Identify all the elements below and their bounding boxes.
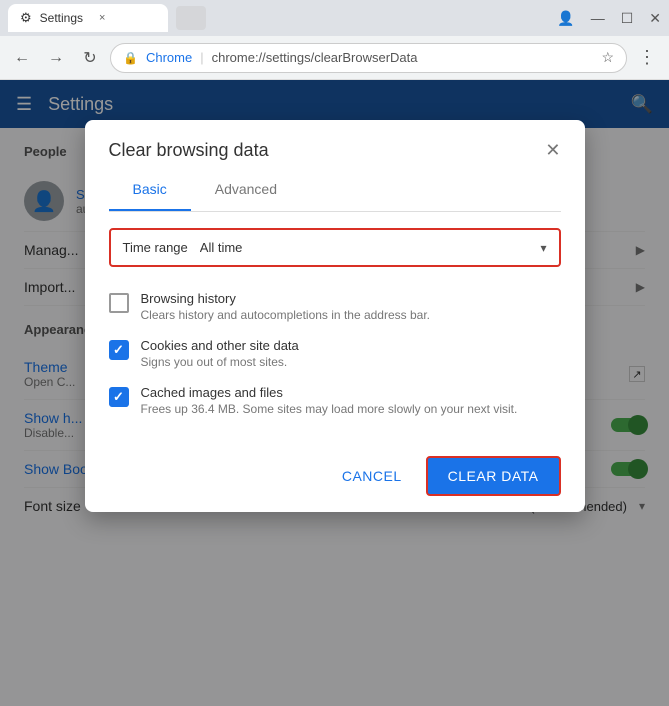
refresh-button[interactable]: ↻ [76,44,104,72]
browsing-history-checkbox[interactable] [109,293,129,313]
cached-checkbox[interactable] [109,387,129,407]
cached-text: Cached images and files Frees up 36.4 MB… [141,385,518,416]
cookies-checkbox[interactable] [109,340,129,360]
cancel-button[interactable]: CANCEL [326,460,418,492]
time-range-dropdown[interactable]: All time Last hour Last 24 hours Last 7 … [200,240,541,255]
forward-button[interactable]: → [42,44,70,72]
dialog-title: Clear browsing data [109,140,269,161]
browsing-history-description: Clears history and autocompletions in th… [141,308,431,322]
title-bar: ⚙ Settings × 👤 — ☐ ✕ [0,0,669,36]
clear-data-button[interactable]: CLEAR DATA [426,456,561,496]
cookies-row: Cookies and other site data Signs you ou… [109,330,561,377]
clear-browsing-data-dialog: Clear browsing data ✕ Basic Advanced Tim… [85,120,585,512]
nav-bar: ← → ↻ 🔒 Chrome | chrome://settings/clear… [0,36,669,80]
new-tab-button[interactable] [176,6,206,30]
cookies-description: Signs you out of most sites. [141,355,299,369]
dialog-tabs: Basic Advanced [109,169,561,212]
lock-icon: 🔒 [123,51,138,65]
window-controls: 👤 — ☐ ✕ [557,10,661,27]
cached-description: Frees up 36.4 MB. Some sites may load mo… [141,402,518,416]
browsing-history-label: Browsing history [141,291,431,306]
bookmark-star-icon[interactable]: ☆ [601,49,614,66]
address-path: chrome://settings/clearBrowserData [212,50,418,65]
tab-settings-icon: ⚙ [20,10,32,26]
browser-frame: ⚙ Settings × 👤 — ☐ ✕ ← → ↻ 🔒 Chrome | ch… [0,0,669,706]
dialog-body: Time range All time Last hour Last 24 ho… [85,212,585,440]
cookies-label: Cookies and other site data [141,338,299,353]
browsing-history-row: Browsing history Clears history and auto… [109,283,561,330]
tab-basic[interactable]: Basic [109,169,191,211]
time-range-label: Time range [123,240,188,255]
time-range-arrow-icon: ▾ [540,241,546,255]
dialog-footer: CANCEL CLEAR DATA [85,440,585,512]
browsing-history-text: Browsing history Clears history and auto… [141,291,431,322]
browser-tab[interactable]: ⚙ Settings × [8,4,168,32]
tab-close-button[interactable]: × [99,12,105,24]
account-icon[interactable]: 👤 [557,10,574,27]
browser-menu-button[interactable]: ⋮ [633,44,661,72]
cached-row: Cached images and files Frees up 36.4 MB… [109,377,561,424]
address-separator: | [200,50,203,65]
dialog-close-button[interactable]: ✕ [545,140,560,161]
cached-label: Cached images and files [141,385,518,400]
close-button[interactable]: ✕ [649,10,661,27]
time-range-selector[interactable]: Time range All time Last hour Last 24 ho… [109,228,561,267]
minimize-button[interactable]: — [591,10,605,26]
tab-title: Settings [40,11,83,25]
restore-button[interactable]: ☐ [621,10,634,27]
address-bar[interactable]: 🔒 Chrome | chrome://settings/clearBrowse… [110,43,627,73]
modal-overlay: Clear browsing data ✕ Basic Advanced Tim… [0,80,669,706]
dialog-header: Clear browsing data ✕ [85,120,585,161]
cookies-text: Cookies and other site data Signs you ou… [141,338,299,369]
settings-page: ☰ Settings 🔍 People 👤 Sign in to Chrome … [0,80,669,706]
back-button[interactable]: ← [8,44,36,72]
address-site: Chrome [146,50,192,65]
tab-advanced[interactable]: Advanced [191,169,301,211]
